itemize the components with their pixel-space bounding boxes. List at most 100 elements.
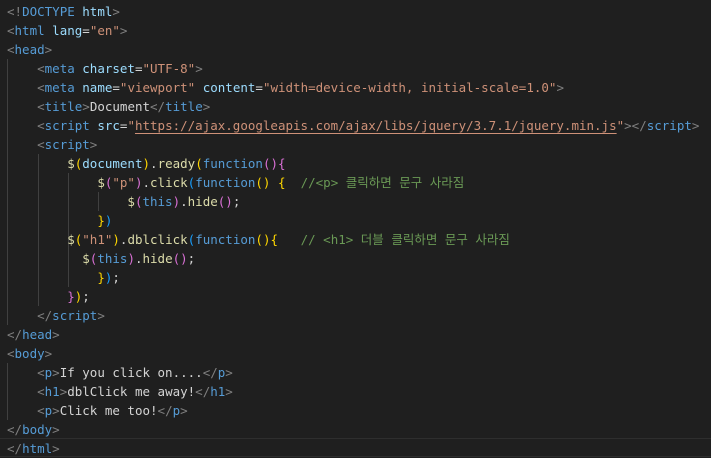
code-token: meta <box>44 61 75 76</box>
code-token: < <box>37 384 45 399</box>
code-token: ready <box>157 156 196 171</box>
code-token: < <box>37 99 45 114</box>
code-token: If you click on.... <box>59 365 203 380</box>
code-link[interactable]: https://ajax.googleapis.com/ajax/libs/jq… <box>135 118 617 133</box>
code-token: . <box>180 194 188 209</box>
code-token: > <box>52 422 60 437</box>
code-token: () <box>255 175 271 190</box>
code-token: script <box>646 118 692 133</box>
code-line[interactable]: }); <box>7 268 120 287</box>
code-token: h1 <box>44 384 60 399</box>
code-line[interactable]: $(document).ready(function(){ <box>7 154 285 173</box>
code-token: () <box>217 194 233 209</box>
code-line[interactable]: <script> <box>7 135 97 154</box>
code-token: h1 <box>210 384 226 399</box>
code-token: > <box>52 327 60 342</box>
code-line[interactable]: $("p").click(function() { //<p> 클릭하면 문구 … <box>7 173 464 192</box>
code-token: document <box>82 156 143 171</box>
code-line[interactable]: </html> <box>7 439 60 458</box>
code-token: } <box>97 270 105 285</box>
code-line[interactable]: <meta name="viewport" content="width=dev… <box>7 78 564 97</box>
code-token: Click me too! <box>59 403 158 418</box>
code-token: > <box>195 61 203 76</box>
code-token: ) <box>172 194 181 209</box>
code-token: > <box>202 99 211 114</box>
code-token: content <box>202 80 256 95</box>
code-token: > <box>225 384 233 399</box>
code-token: () <box>262 156 279 171</box>
code-token: . <box>150 156 158 171</box>
code-line[interactable]: <head> <box>7 40 52 59</box>
code-token: dblclick <box>127 232 188 247</box>
code-editor[interactable]: <!DOCTYPE html> <html lang="en"> <head> <m… <box>0 0 711 457</box>
code-token: dblClick me away! <box>67 384 196 399</box>
code-token: name <box>82 80 113 95</box>
code-token: ) <box>127 251 135 266</box>
code-token: > <box>44 346 53 361</box>
code-token: html <box>82 4 113 19</box>
code-comment: // <h1> 더블 클릭하면 문구 사라짐 <box>300 232 510 247</box>
code-line[interactable]: <body> <box>7 344 52 363</box>
code-line[interactable]: <script src="https://ajax.googleapis.com… <box>7 116 699 135</box>
code-token: </ <box>157 403 173 418</box>
code-token: < <box>37 365 45 380</box>
code-token: "viewport" <box>119 80 196 95</box>
code-token: "UTF-8" <box>142 61 196 76</box>
code-token: ) <box>104 213 113 228</box>
code-token: < <box>7 23 15 38</box>
code-token: script <box>44 137 90 152</box>
code-token: > <box>97 308 105 323</box>
code-line[interactable]: }); <box>7 287 90 306</box>
code-token: function <box>195 175 256 190</box>
code-line[interactable]: <h1>dblClick me away!</h1> <box>7 382 233 401</box>
code-token: DOCTYPE <box>22 4 75 19</box>
code-token: ></ <box>624 118 647 133</box>
code-token: { <box>278 175 286 190</box>
code-token: > <box>89 137 98 152</box>
code-line[interactable]: $("h1").dblclick(function(){ // <h1> 더블 … <box>7 230 510 249</box>
code-line[interactable]: <title>Document</title> <box>7 97 210 116</box>
code-line[interactable]: <!DOCTYPE html> <box>7 2 120 21</box>
code-token: > <box>82 99 90 114</box>
code-token: Document <box>89 99 151 114</box>
code-token: ( <box>195 156 203 171</box>
code-token: </ <box>7 327 23 342</box>
code-token: "h1" <box>82 232 113 247</box>
code-token: > <box>119 23 128 38</box>
code-token: html <box>14 23 45 38</box>
code-line[interactable]: <meta charset="UTF-8"> <box>7 59 203 78</box>
code-token: } <box>67 289 75 304</box>
code-line[interactable]: </body> <box>7 420 60 439</box>
code-token: lang <box>52 23 83 38</box>
code-token: ) <box>112 232 120 247</box>
code-token: </ <box>7 422 23 437</box>
code-line[interactable]: $(this).hide(); <box>7 249 195 268</box>
code-line[interactable]: }) <box>7 211 112 230</box>
code-line[interactable]: <p>Click me too!</p> <box>7 401 188 420</box>
code-token: this <box>97 251 128 266</box>
code-line[interactable]: $(this).hide(); <box>7 192 240 211</box>
code-line[interactable]: </head> <box>7 325 60 344</box>
code-token: p <box>172 403 181 418</box>
code-token: } <box>97 213 105 228</box>
code-token: function <box>195 232 256 247</box>
code-line[interactable]: </script> <box>7 306 105 325</box>
code-token: < <box>37 137 45 152</box>
code-line[interactable]: <p>If you click on....</p> <box>7 363 233 382</box>
code-token: . <box>134 251 143 266</box>
code-line[interactable]: <html lang="en"> <box>7 21 127 40</box>
